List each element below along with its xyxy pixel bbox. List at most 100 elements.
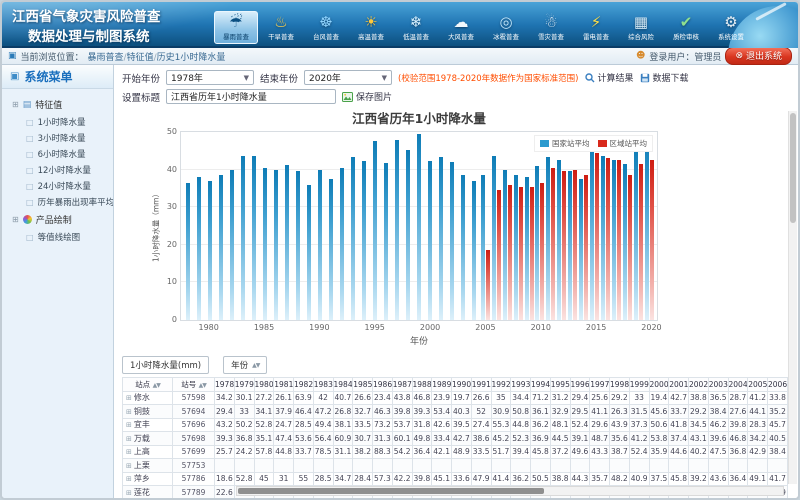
table-row-57753: ⊞上栗57753 — [123, 459, 788, 473]
sidebar-item[interactable]: □1小时降水量 — [2, 114, 113, 130]
sidebar-item-label: 12小时降水量 — [38, 164, 91, 176]
bar-national-1978 — [186, 183, 190, 320]
row-expand-icon[interactable]: ⊞ — [126, 448, 132, 456]
year-column-header: 2000 — [649, 378, 669, 392]
value-cell: 38.8 — [550, 472, 570, 486]
value-cell: 33.5 — [471, 445, 491, 459]
value-cell: 26.6 — [471, 391, 491, 405]
value-cell: 32.7 — [353, 405, 373, 419]
breadcrumb-item[interactable]: 暴雨普查 — [88, 53, 124, 63]
toolbar-item-quality-review[interactable]: ✔质检审核 — [664, 11, 708, 44]
station-id-column-header[interactable]: 站号 ▲▼ — [173, 378, 215, 392]
toolbar-item-hail-survey[interactable]: ◎冰雹普查 — [484, 11, 528, 44]
toolbar-item-low-temp-survey[interactable]: ❄低温普查 — [394, 11, 438, 44]
sidebar-item[interactable]: □3小时降水量 — [2, 130, 113, 146]
value-cell: 56.4 — [313, 432, 333, 446]
sidebar-item-label: 1小时降水量 — [38, 116, 86, 128]
value-cell — [550, 459, 570, 473]
value-cell: 40.7 — [333, 391, 353, 405]
toolbar-item-gale-survey[interactable]: ☁大风普查 — [439, 11, 483, 44]
sidebar-item[interactable]: □历年暴雨出现率平均曲线 — [2, 194, 113, 210]
toolbar-item-label: 高温普查 — [358, 32, 384, 41]
save-disk-icon — [640, 73, 650, 83]
chart-title-input[interactable] — [166, 89, 336, 104]
precipitation-table: 站点 ▲▼站号 ▲▼197819791980198119821983198419… — [122, 377, 788, 498]
bar-group-2017 — [611, 132, 622, 320]
sidebar-item[interactable]: □6小时降水量 — [2, 146, 113, 162]
toolbar-item-lightning-survey[interactable]: ⚡雷电普查 — [574, 11, 618, 44]
row-expand-icon[interactable]: ⊞ — [126, 435, 132, 443]
year-column-header: 2001 — [669, 378, 689, 392]
value-cell: 42.9 — [748, 445, 768, 459]
toolbar-item-high-temp-survey[interactable]: ☀高温普查 — [349, 11, 393, 44]
value-cell: 33.7 — [294, 445, 314, 459]
vertical-scrollbar[interactable] — [788, 111, 797, 484]
year-column-header: 1987 — [392, 378, 412, 392]
value-cell: 23.9 — [432, 391, 452, 405]
sidebar-item[interactable]: □12小时降水量 — [2, 162, 113, 178]
bar-regional-2009 — [530, 187, 534, 320]
y-tick-label: 30 — [167, 203, 177, 211]
toolbar-item-system-settings[interactable]: ⚙系统设置 — [709, 11, 753, 44]
table-unit-label: 1小时降水量(mm) — [130, 359, 201, 371]
value-cell: 28.5 — [294, 418, 314, 432]
end-year-select[interactable]: 2020年 ▼ — [304, 70, 392, 85]
expand-icon[interactable]: ⊞ — [12, 100, 19, 109]
horizontal-scrollbar[interactable] — [236, 486, 784, 496]
download-button[interactable]: 数据下载 — [640, 71, 689, 84]
row-expand-icon[interactable]: ⊞ — [126, 475, 132, 483]
row-expand-icon[interactable]: ⊞ — [126, 421, 132, 429]
expand-icon[interactable]: ⊞ — [12, 215, 19, 224]
value-cell: 73.2 — [373, 418, 393, 432]
station-id-cell: 57698 — [173, 432, 215, 446]
toolbar-item-drought-survey[interactable]: ♨干旱普查 — [259, 11, 303, 44]
sidebar-item[interactable]: □24小时降水量 — [2, 178, 113, 194]
breadcrumb-prefix: 当前浏览位置： — [21, 50, 84, 63]
bar-national-1989 — [307, 185, 311, 320]
bar-group-1988 — [293, 132, 304, 320]
logout-button[interactable]: ⊗ 退出系统 — [725, 47, 792, 65]
table-year-sort-header[interactable]: 年份 ▲▼ — [223, 356, 267, 374]
bar-national-1988 — [296, 171, 300, 320]
toolbar-item-comprehensive-risk[interactable]: ▦综合风险 — [619, 11, 663, 44]
value-cell: 45 — [254, 472, 274, 486]
breadcrumb-item[interactable]: 特征值 — [127, 53, 154, 63]
value-cell: 36.9 — [531, 432, 551, 446]
value-cell: 52.3 — [511, 432, 531, 446]
bar-regional-2013 — [573, 170, 577, 320]
value-cell: 31.8 — [412, 418, 432, 432]
low-temp-survey-icon: ❄ — [410, 14, 423, 31]
value-cell: 55.3 — [491, 418, 511, 432]
save-image-button[interactable]: 保存图片 — [342, 90, 392, 103]
value-cell: 37.2 — [550, 445, 570, 459]
station-column-header[interactable]: 站点 ▲▼ — [123, 378, 173, 392]
value-cell: 28.4 — [353, 472, 373, 486]
value-cell: 27.4 — [471, 418, 491, 432]
sidebar-title: ▣ 系统菜单 — [2, 65, 113, 89]
sidebar-item[interactable]: □等值线绘图 — [2, 229, 113, 245]
sidebar-group-features[interactable]: ⊞▤特征值 — [2, 95, 113, 114]
bar-group-1983 — [238, 132, 249, 320]
sidebar-item-label: 3小时降水量 — [38, 132, 86, 144]
toolbar-item-rainstorm-survey[interactable]: ☔暴雨普查 — [214, 11, 258, 44]
row-expand-icon[interactable]: ⊞ — [126, 462, 132, 470]
vertical-scrollbar-thumb[interactable] — [790, 113, 796, 223]
toolbar-item-typhoon-survey[interactable]: ☸台风普查 — [304, 11, 348, 44]
value-cell: 43.2 — [215, 418, 235, 432]
start-year-select[interactable]: 1978年 ▼ — [166, 70, 254, 85]
sidebar-item-label: 24小时降水量 — [38, 180, 91, 192]
toolbar-item-snow-survey[interactable]: ☃雪灾普查 — [529, 11, 573, 44]
value-cell: 33 — [629, 391, 649, 405]
data-table-section: 1小时降水量(mm) 年份 ▲▼ 站点 ▲▼站号 ▲▼1978197919801… — [122, 356, 788, 498]
bar-national-2018 — [623, 164, 627, 320]
calculate-button[interactable]: 计算结果 — [585, 71, 634, 84]
sidebar-group-products[interactable]: ⊞产品绘制 — [2, 210, 113, 229]
horizontal-scrollbar-thumb[interactable] — [238, 488, 544, 494]
row-expand-icon[interactable]: ⊞ — [126, 408, 132, 416]
breadcrumb-item[interactable]: 历史1小时降水量 — [157, 53, 226, 63]
chevron-down-icon: ▼ — [244, 74, 249, 82]
logout-icon: ⊗ — [735, 51, 743, 61]
row-expand-icon[interactable]: ⊞ — [126, 489, 132, 497]
row-expand-icon[interactable]: ⊞ — [126, 394, 132, 402]
bar-national-2019 — [634, 149, 638, 320]
